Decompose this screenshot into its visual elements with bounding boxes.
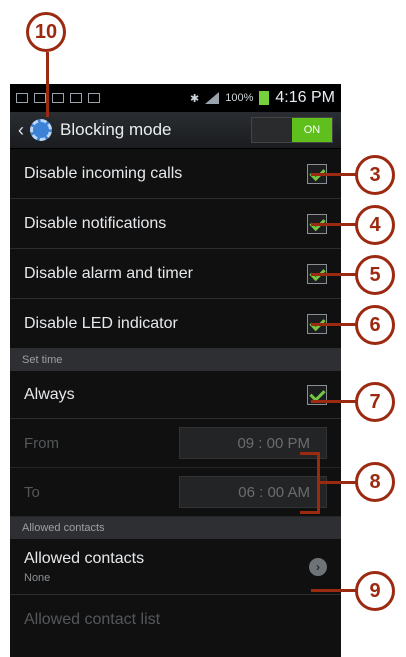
callout-5-label: 5 <box>369 263 381 286</box>
set-time-header: Set time <box>10 349 341 371</box>
callout-3-label: 3 <box>369 163 381 186</box>
bluetooth-icon: ✱ <box>190 92 200 105</box>
callout-8-leader <box>317 481 356 484</box>
allowed-contacts-header: Allowed contacts <box>10 517 341 539</box>
blocking-mode-toggle[interactable]: ON <box>251 117 333 143</box>
callout-7-label: 7 <box>369 390 381 413</box>
disable-incoming-calls-label: Disable incoming calls <box>24 164 183 182</box>
callout-3-leader <box>311 173 356 176</box>
callout-3: 3 <box>355 155 395 195</box>
notification-icons <box>16 93 100 103</box>
action-bar: ‹ Blocking mode ON <box>10 112 341 149</box>
disable-led-row[interactable]: Disable LED indicator <box>10 299 341 349</box>
toggle-label: ON <box>292 118 332 142</box>
callout-6-leader <box>311 323 356 326</box>
callout-5-leader <box>311 273 356 276</box>
signal-icon <box>205 92 220 104</box>
always-label: Always <box>24 385 75 403</box>
callout-7: 7 <box>355 382 395 422</box>
disable-led-label: Disable LED indicator <box>24 314 178 332</box>
notification-icon <box>16 93 28 103</box>
callout-6-label: 6 <box>369 313 381 336</box>
to-label: To <box>24 483 40 501</box>
back-chevron-icon[interactable]: ‹ <box>18 120 24 141</box>
callout-9-leader <box>311 589 356 592</box>
callout-9: 9 <box>355 571 395 611</box>
always-row[interactable]: Always <box>10 371 341 419</box>
allowed-contacts-value: None <box>24 571 51 584</box>
notification-icon <box>34 93 46 103</box>
to-time-field[interactable]: 06 : 00 AM <box>179 476 327 508</box>
from-time-row: From 09 : 00 PM <box>10 419 341 468</box>
callout-10: 10 <box>26 12 66 52</box>
allowed-contact-list-row: Allowed contact list <box>24 611 161 628</box>
allowed-contacts-row[interactable]: Allowed contacts None › <box>10 539 341 595</box>
callout-4-leader <box>311 223 356 226</box>
callout-8-bracket-bottom <box>300 511 320 514</box>
facebook-icon <box>52 93 64 103</box>
from-label: From <box>24 434 59 452</box>
status-bar: ✱ 100% 4:16 PM <box>10 84 341 112</box>
callout-5: 5 <box>355 255 395 295</box>
callout-10-label: 10 <box>34 20 58 43</box>
phone-screen: ✱ 100% 4:16 PM ‹ Blocking mode ON Disabl… <box>10 84 341 657</box>
battery-level: 100% <box>225 92 254 104</box>
gear-icon[interactable] <box>30 119 52 141</box>
page-title: Blocking mode <box>60 120 172 139</box>
clock: 4:16 PM <box>275 89 335 106</box>
mail-icon <box>88 93 100 103</box>
disable-alarm-timer-row[interactable]: Disable alarm and timer <box>10 249 341 299</box>
callout-10-leader <box>46 52 49 117</box>
disable-incoming-calls-row[interactable]: Disable incoming calls <box>10 149 341 199</box>
mail-icon <box>70 93 82 103</box>
callout-6: 6 <box>355 305 395 345</box>
battery-icon <box>259 91 270 105</box>
callout-4-label: 4 <box>369 213 381 236</box>
callout-8: 8 <box>355 462 395 502</box>
callout-8-label: 8 <box>369 470 381 493</box>
disable-notifications-label: Disable notifications <box>24 214 167 232</box>
chevron-right-icon[interactable]: › <box>309 557 327 576</box>
system-icons: ✱ 100% 4:16 PM <box>190 89 335 107</box>
callout-4: 4 <box>355 205 395 245</box>
allowed-contacts-title: Allowed contacts <box>24 549 145 567</box>
disable-alarm-timer-label: Disable alarm and timer <box>24 264 193 282</box>
callout-7-leader <box>311 400 356 403</box>
callout-9-label: 9 <box>369 579 381 602</box>
to-time-row: To 06 : 00 AM <box>10 468 341 517</box>
allowed-contacts-text: Allowed contacts None <box>24 550 144 584</box>
disable-notifications-row[interactable]: Disable notifications <box>10 199 341 249</box>
